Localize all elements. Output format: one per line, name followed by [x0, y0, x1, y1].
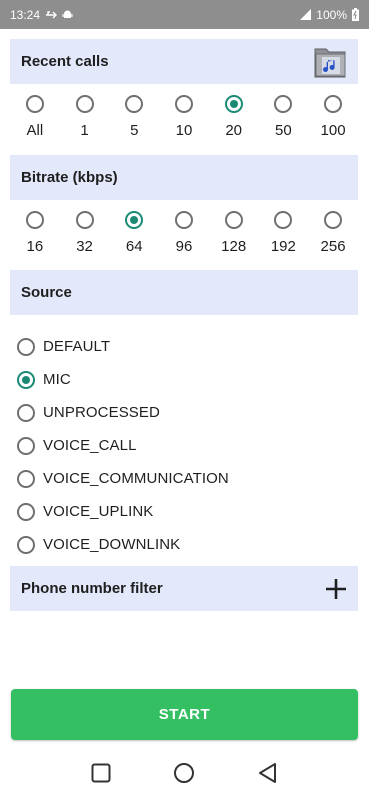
recent-calls-option[interactable]: 20: [210, 95, 258, 139]
radio-button[interactable]: [17, 370, 35, 389]
bitrate-option[interactable]: 96: [160, 211, 208, 255]
recent-calls-option[interactable]: 10: [160, 95, 208, 139]
radio-button[interactable]: [17, 436, 35, 455]
battery-percent: 100%: [316, 7, 347, 22]
bitrate-option[interactable]: 16: [11, 211, 59, 255]
recent-calls-option[interactable]: 5: [110, 95, 158, 139]
bitrate-title: Bitrate (kbps): [21, 169, 118, 186]
radio-button[interactable]: [224, 95, 243, 113]
recent-calls-option-label: 10: [175, 122, 193, 139]
recent-calls-option-label: 1: [80, 122, 89, 139]
source-option[interactable]: VOICE_DOWNLINK: [17, 528, 229, 561]
radio-button[interactable]: [125, 95, 144, 113]
recent-calls-options: All 1 5 10 20 50 100: [10, 95, 358, 139]
battery-icon: [352, 8, 359, 21]
bitrate-header: Bitrate (kbps): [10, 155, 358, 200]
radio-button[interactable]: [125, 211, 144, 229]
bitrate-option-label: 16: [26, 238, 44, 255]
start-button[interactable]: START: [11, 689, 358, 740]
bitrate-option-label: 96: [175, 238, 193, 255]
recent-calls-option-label: 100: [320, 122, 346, 139]
source-option[interactable]: VOICE_COMMUNICATION: [17, 462, 229, 495]
source-option-label: VOICE_UPLINK: [43, 503, 154, 520]
source-option-label: MIC: [43, 371, 71, 388]
bitrate-option[interactable]: 32: [61, 211, 109, 255]
status-time: 13:24: [10, 7, 41, 22]
source-option[interactable]: UNPROCESSED: [17, 396, 229, 429]
bitrate-option-label: 256: [320, 238, 346, 255]
music-folder-icon[interactable]: [313, 43, 347, 83]
source-option-label: UNPROCESSED: [43, 404, 160, 421]
source-option[interactable]: MIC: [17, 363, 229, 396]
source-option-label: VOICE_CALL: [43, 437, 137, 454]
radio-button[interactable]: [17, 337, 35, 356]
source-title: Source: [21, 284, 72, 301]
source-options: DEFAULT MIC UNPROCESSED VOICE_CALL VOICE_COM…: [17, 330, 229, 561]
radio-button[interactable]: [324, 211, 343, 229]
navigation-bar: [0, 750, 369, 800]
bitrate-option[interactable]: 128: [210, 211, 258, 255]
back-icon[interactable]: [258, 762, 278, 789]
android-debug-icon: [62, 9, 73, 20]
recent-calls-option-label: 50: [275, 122, 292, 139]
radio-button[interactable]: [17, 403, 35, 422]
radio-button[interactable]: [274, 95, 293, 113]
radio-button[interactable]: [75, 211, 94, 229]
radio-button[interactable]: [17, 469, 35, 488]
radio-button[interactable]: [224, 211, 243, 229]
source-header: Source: [10, 270, 358, 315]
bitrate-option[interactable]: 256: [309, 211, 357, 255]
radio-button[interactable]: [174, 95, 193, 113]
radio-button[interactable]: [25, 211, 44, 229]
source-option-label: VOICE_COMMUNICATION: [43, 470, 229, 487]
radio-button[interactable]: [17, 502, 35, 521]
bitrate-option[interactable]: 64: [110, 211, 158, 255]
home-icon[interactable]: [173, 762, 195, 789]
phone-filter-header: Phone number filter: [10, 566, 358, 611]
source-option[interactable]: DEFAULT: [17, 330, 229, 363]
recent-calls-header: Recent calls: [10, 39, 358, 84]
recents-icon[interactable]: [91, 763, 111, 788]
recent-calls-option[interactable]: 1: [61, 95, 109, 139]
source-option-label: VOICE_DOWNLINK: [43, 536, 181, 553]
signal-icon: [300, 9, 312, 20]
plus-icon[interactable]: [325, 578, 347, 604]
phone-filter-title: Phone number filter: [21, 580, 163, 597]
radio-button[interactable]: [75, 95, 94, 113]
source-option-label: DEFAULT: [43, 338, 111, 355]
bitrate-option-label: 192: [270, 238, 296, 255]
radio-button[interactable]: [17, 535, 35, 554]
recent-calls-option[interactable]: All: [11, 95, 59, 139]
recent-calls-option-label: 5: [130, 122, 139, 139]
recent-calls-option[interactable]: 100: [309, 95, 357, 139]
status-bar: 13:24 100%: [0, 0, 369, 29]
bitrate-option-label: 64: [125, 238, 143, 255]
recent-calls-option-label: All: [26, 122, 44, 139]
recent-calls-option-label: 20: [225, 122, 242, 139]
source-option[interactable]: VOICE_UPLINK: [17, 495, 229, 528]
bitrate-option[interactable]: 192: [259, 211, 307, 255]
usb-icon: [45, 10, 58, 20]
source-option[interactable]: VOICE_CALL: [17, 429, 229, 462]
bitrate-options: 16 32 64 96 128 192 256: [10, 211, 358, 255]
radio-button[interactable]: [25, 95, 44, 113]
recent-calls-option[interactable]: 50: [259, 95, 307, 139]
radio-button[interactable]: [274, 211, 293, 229]
radio-button[interactable]: [324, 95, 343, 113]
recent-calls-title: Recent calls: [21, 53, 109, 70]
bitrate-option-label: 32: [76, 238, 93, 255]
bitrate-option-label: 128: [221, 238, 247, 255]
radio-button[interactable]: [174, 211, 193, 229]
